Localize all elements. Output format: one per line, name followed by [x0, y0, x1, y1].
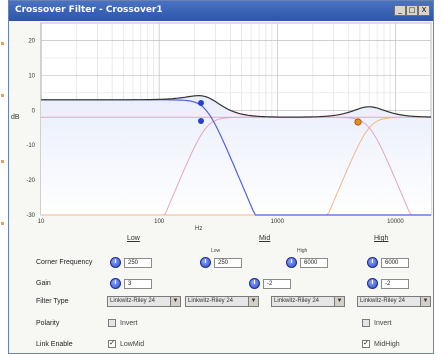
x-tick-label: 100: [154, 219, 165, 225]
band-header-mid: Mid: [259, 235, 271, 242]
response-plot[interactable]: 20100-10-20-30 10 100 1000 10000 dB Hz: [9, 21, 435, 231]
link-midhigh-checkbox[interactable]: ✓: [362, 340, 370, 348]
high-frequency-handle[interactable]: [354, 118, 362, 126]
polarity-low-invert-label: Invert: [120, 320, 138, 327]
corner-frequency-label: Corner Frequency: [36, 259, 93, 266]
filter-type-lowmid-value: Linkwitz-Riley 24: [188, 298, 234, 304]
chevron-down-icon: ▼: [420, 297, 430, 306]
polarity-high-invert-label: Invert: [374, 320, 392, 327]
gain-mid-knob[interactable]: [249, 278, 260, 289]
filter-type-lowmid-select[interactable]: Linkwitz-Riley 24 ▼: [185, 296, 259, 307]
y-tick-label: -20: [26, 178, 35, 184]
corner-frequency-low-input[interactable]: 250: [124, 258, 152, 268]
gain-mid-input[interactable]: -2: [263, 279, 291, 289]
polarity-high-invert-checkbox[interactable]: [362, 319, 370, 327]
corner-frequency-high-input[interactable]: 6000: [381, 258, 409, 268]
y-tick-label: 10: [28, 73, 35, 79]
edge-marker: [1, 42, 4, 45]
link-midhigh-label: MidHigh: [374, 341, 400, 348]
corner-frequency-high-knob[interactable]: [367, 257, 378, 268]
corner-frequency-midhigh-knob[interactable]: [286, 257, 297, 268]
crossover-window: Crossover Filter - Crossover1 _ □ X 20 10…: [8, 0, 434, 354]
chevron-down-icon: ▼: [334, 297, 344, 306]
band-header-low: Low: [127, 235, 140, 242]
gain-low-knob[interactable]: [110, 278, 121, 289]
edge-marker: [1, 222, 4, 225]
x-axis-label: Hz: [195, 226, 202, 231]
corner-frequency-lowmid-input[interactable]: 250: [214, 258, 242, 268]
frequency-response-graph[interactable]: 20 10 0 -10 -20 -30 10 100 1000 10000 dB Hz: [9, 21, 435, 231]
polarity-label: Polarity: [36, 320, 60, 327]
chevron-down-icon: ▼: [248, 297, 258, 306]
corner-frequency-midhigh-input[interactable]: 6000: [300, 258, 328, 268]
gain-high-input[interactable]: -2: [381, 279, 409, 289]
y-tick-label: 0: [32, 108, 36, 114]
gain-low-input[interactable]: 3: [124, 279, 152, 289]
filter-type-low-value: Linkwitz-Riley 24: [110, 298, 156, 304]
low-gain-handle[interactable]: [198, 100, 204, 106]
polarity-low-invert-checkbox[interactable]: [108, 319, 116, 327]
corner-frequency-low-knob[interactable]: [110, 257, 121, 268]
filter-type-high-value: Linkwitz-Riley 24: [360, 298, 406, 304]
filter-type-high-select[interactable]: Linkwitz-Riley 24 ▼: [357, 296, 431, 307]
filter-type-label: Filter Type: [36, 298, 69, 305]
x-tick-label: 10000: [387, 219, 404, 225]
edge-marker: [1, 94, 4, 97]
gain-high-knob[interactable]: [367, 278, 378, 289]
y-tick-label: -10: [26, 143, 35, 149]
band-header-high: High: [374, 235, 389, 242]
y-tick-label: 20: [28, 38, 35, 44]
close-button[interactable]: X: [418, 5, 430, 16]
title-bar[interactable]: Crossover Filter - Crossover1 _ □ X: [9, 1, 433, 21]
corner-high-head: High: [297, 248, 308, 254]
corner-frequency-lowmid-knob[interactable]: [200, 257, 211, 268]
y-tick-label: -30: [26, 213, 35, 219]
window-title: Crossover Filter - Crossover1: [15, 5, 163, 15]
minimize-button[interactable]: _: [394, 5, 406, 16]
edge-marker: [1, 160, 4, 163]
link-enable-label: Link Enable: [36, 341, 73, 348]
filter-type-midhigh-select[interactable]: Linkwitz-Riley 24 ▼: [271, 296, 345, 307]
y-axis-label: dB: [11, 114, 20, 121]
maximize-button[interactable]: □: [406, 5, 418, 16]
x-tick-label: 10: [38, 219, 45, 225]
gain-label: Gain: [36, 280, 51, 287]
x-tick-label: 1000: [271, 219, 285, 225]
response-fill: [41, 95, 431, 215]
filter-type-midhigh-value: Linkwitz-Riley 24: [274, 298, 320, 304]
corner-low-head: Low: [211, 248, 221, 254]
link-lowmid-checkbox[interactable]: ✓: [108, 340, 116, 348]
link-lowmid-label: LowMid: [120, 341, 145, 348]
chevron-down-icon: ▼: [170, 297, 180, 306]
filter-type-low-select[interactable]: Linkwitz-Riley 24 ▼: [107, 296, 181, 307]
lowmid-gain-handle[interactable]: [198, 118, 204, 124]
